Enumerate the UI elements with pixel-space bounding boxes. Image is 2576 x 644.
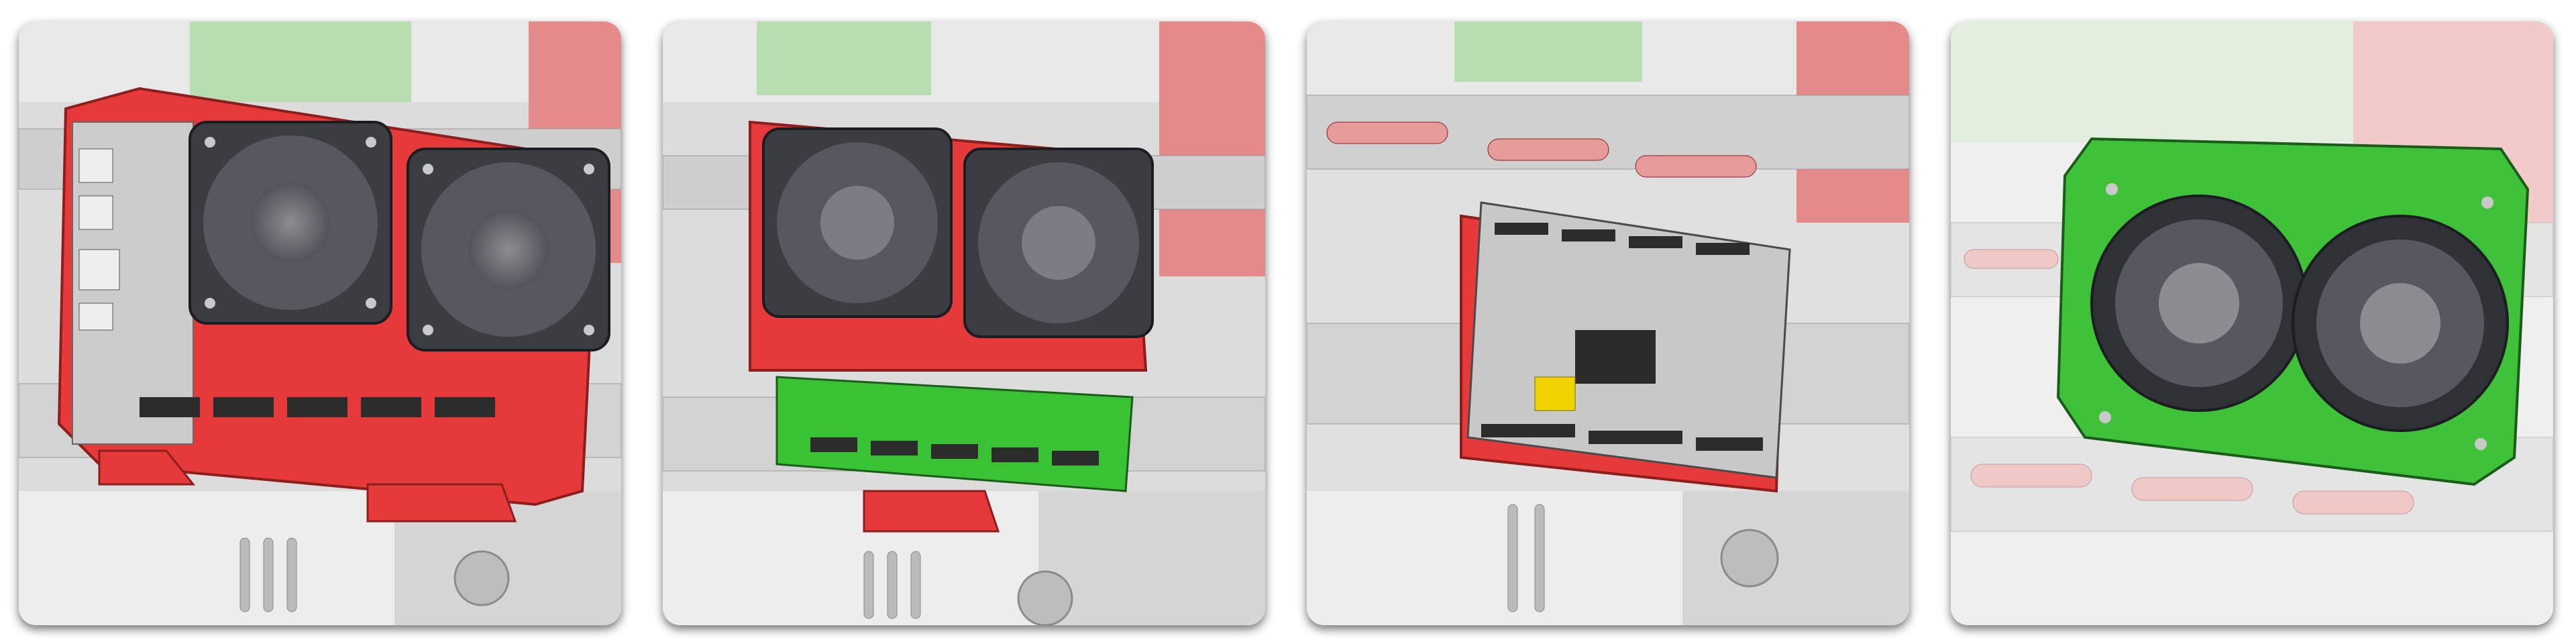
cad-render-red-mount-green-board	[663, 21, 1265, 625]
render-panel-1[interactable]	[19, 21, 621, 625]
green-bracket-background	[757, 21, 931, 95]
fan-right	[2292, 215, 2509, 432]
fan-left	[2090, 195, 2308, 412]
green-bracket-background	[190, 21, 411, 102]
yellow-component	[1534, 376, 1576, 411]
fan-right	[963, 148, 1154, 338]
fan-left	[189, 121, 392, 325]
render-panel-2[interactable]	[663, 21, 1265, 625]
green-bracket-background	[1454, 21, 1642, 82]
fan-left	[762, 127, 953, 318]
mcu-chip	[1575, 330, 1656, 384]
cad-render-green-fan-shroud	[1951, 21, 2553, 625]
cad-render-red-mount-board-fans	[19, 21, 621, 625]
cad-render-controller-board	[1307, 21, 1909, 625]
render-panel-3[interactable]	[1307, 21, 1909, 625]
render-panel-4[interactable]	[1951, 21, 2553, 625]
fan-right	[407, 148, 610, 352]
red-part-background	[1159, 21, 1265, 276]
